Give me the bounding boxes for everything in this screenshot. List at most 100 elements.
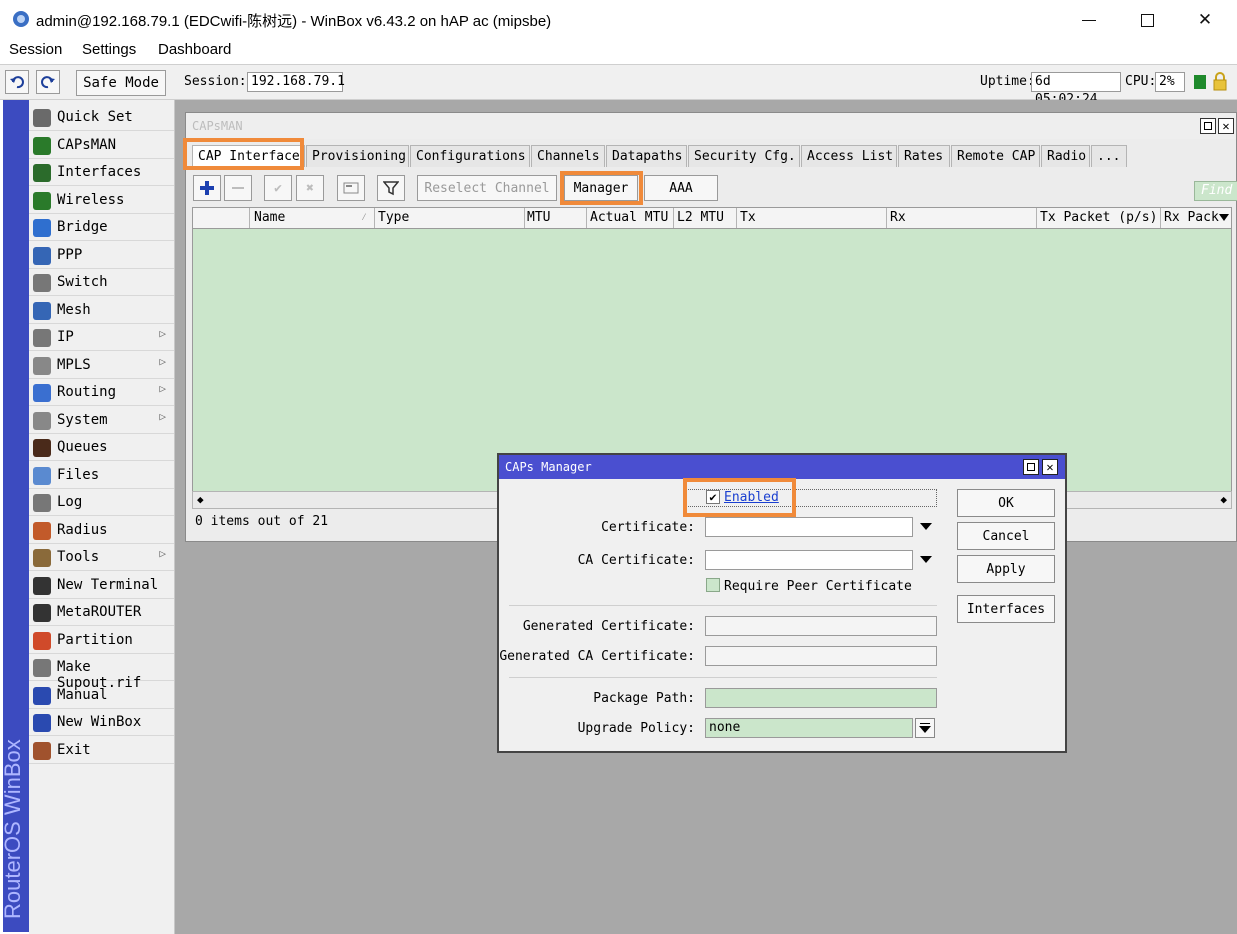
- help-icon: [33, 686, 51, 705]
- upgrade-policy-select[interactable]: none: [705, 718, 913, 738]
- add-button[interactable]: [193, 175, 221, 201]
- capsman-maximize-button[interactable]: [1200, 118, 1216, 134]
- tab-remote-cap[interactable]: Remote CAP: [951, 145, 1040, 167]
- certificate-dropdown-icon[interactable]: [920, 523, 932, 530]
- redo-button[interactable]: [36, 70, 60, 94]
- capsman-close-button[interactable]: ✕: [1218, 118, 1234, 134]
- tab-rates[interactable]: Rates: [898, 145, 950, 167]
- aaa-button[interactable]: AAA: [644, 175, 718, 201]
- column-tx[interactable]: Tx: [740, 210, 756, 225]
- left-menu-item-new-winbox[interactable]: New WinBox: [29, 709, 174, 736]
- left-menu-item-exit[interactable]: Exit: [29, 737, 174, 764]
- left-menu-item-ip[interactable]: IP ▷: [29, 324, 174, 351]
- minimize-button[interactable]: [1066, 6, 1112, 34]
- capsman-title: CAPsMAN: [192, 119, 243, 133]
- left-menu-item-files[interactable]: Files: [29, 462, 174, 489]
- package-path-input[interactable]: [705, 688, 937, 708]
- tab-more[interactable]: ...: [1091, 145, 1127, 167]
- column-actual-mtu[interactable]: Actual MTU: [590, 210, 668, 225]
- wireless-icon: [33, 191, 51, 210]
- routing-icon: [33, 384, 51, 402]
- interfaces-button[interactable]: Interfaces: [957, 595, 1055, 623]
- certificate-select[interactable]: [705, 517, 913, 537]
- left-menu-item-system[interactable]: System ▷: [29, 407, 174, 434]
- filter-button[interactable]: [377, 175, 405, 201]
- left-menu-item-routing[interactable]: Routing ▷: [29, 379, 174, 406]
- left-menu-item-manual[interactable]: Manual: [29, 682, 174, 709]
- tab-channels[interactable]: Channels: [531, 145, 605, 167]
- ok-button[interactable]: OK: [957, 489, 1055, 517]
- left-menu-item-bridge[interactable]: Bridge: [29, 214, 174, 241]
- cancel-button[interactable]: Cancel: [957, 522, 1055, 550]
- left-menu-item-quick-set[interactable]: Quick Set: [29, 104, 174, 131]
- undo-button[interactable]: [5, 70, 29, 94]
- column-l2-mtu[interactable]: L2 MTU: [677, 210, 724, 225]
- tab-provisioning[interactable]: Provisioning: [306, 145, 409, 167]
- left-menu-item-metarouter[interactable]: MetaROUTER: [29, 599, 174, 626]
- safe-mode-button[interactable]: Safe Mode: [76, 70, 166, 96]
- close-icon: ✕: [1222, 119, 1230, 133]
- left-menu: Quick Set CAPsMAN Interfaces Wireless Bridge…: [29, 100, 175, 934]
- left-menu-item-tools[interactable]: Tools ▷: [29, 544, 174, 571]
- left-menu-item-interfaces[interactable]: Interfaces: [29, 159, 174, 186]
- dialog-maximize-button[interactable]: [1023, 459, 1039, 475]
- column-rx[interactable]: Rx: [890, 210, 906, 225]
- column-name[interactable]: Name: [254, 210, 285, 225]
- menu-settings[interactable]: Settings: [82, 41, 136, 58]
- ca-certificate-dropdown-icon[interactable]: [920, 556, 932, 563]
- reselect-channel-button[interactable]: Reselect Channel: [417, 175, 557, 201]
- enabled-label[interactable]: Enabled: [724, 490, 779, 505]
- column-menu-icon[interactable]: [1219, 214, 1229, 221]
- close-button[interactable]: ✕: [1182, 6, 1228, 34]
- require-peer-label[interactable]: Require Peer Certificate: [724, 579, 912, 594]
- column-type[interactable]: Type: [378, 210, 409, 225]
- remove-button[interactable]: [224, 175, 252, 201]
- dialog-titlebar[interactable]: CAPs Manager ✕: [499, 455, 1065, 479]
- ca-certificate-select[interactable]: [705, 550, 913, 570]
- menu-dashboard[interactable]: Dashboard: [158, 41, 231, 58]
- left-menu-item-ppp[interactable]: PPP: [29, 242, 174, 269]
- tab-radio[interactable]: Radio: [1041, 145, 1090, 167]
- left-menu-item-mesh[interactable]: Mesh: [29, 297, 174, 324]
- tab-access-list[interactable]: Access List: [801, 145, 897, 167]
- scroll-right-icon[interactable]: ◆: [1220, 493, 1227, 506]
- left-menu-item-capsman[interactable]: CAPsMAN: [29, 132, 174, 159]
- tab-cap-interface[interactable]: CAP Interface: [192, 145, 305, 167]
- left-menu-item-partition[interactable]: Partition: [29, 627, 174, 654]
- left-menu-item-make-supout-rif[interactable]: Make Supout.rif: [29, 654, 174, 691]
- uptime-label: Uptime:: [980, 74, 1035, 89]
- maximize-button[interactable]: [1124, 6, 1170, 34]
- left-menu-item-queues[interactable]: Queues: [29, 434, 174, 461]
- left-menu-item-label: MPLS: [57, 356, 91, 373]
- manager-button[interactable]: Manager: [564, 175, 638, 201]
- tab-datapaths[interactable]: Datapaths: [606, 145, 687, 167]
- menu-session[interactable]: Session: [9, 41, 62, 58]
- dialog-close-button[interactable]: ✕: [1042, 459, 1058, 475]
- column-tx-packet[interactable]: Tx Packet (p/s): [1040, 210, 1157, 225]
- session-field[interactable]: 192.168.79.1: [247, 72, 345, 92]
- disable-button[interactable]: ✖: [296, 175, 324, 201]
- left-menu-item-mpls[interactable]: MPLS ▷: [29, 352, 174, 379]
- mpls-icon: [33, 356, 51, 375]
- column-rx-packet[interactable]: Rx Pack: [1164, 210, 1219, 225]
- column-mtu[interactable]: MTU: [527, 210, 550, 225]
- tab-configurations[interactable]: Configurations: [410, 145, 530, 167]
- require-peer-checkbox[interactable]: [706, 578, 720, 592]
- comment-button[interactable]: [337, 175, 365, 201]
- exit-icon: [33, 741, 51, 760]
- enabled-checkbox[interactable]: ✔: [706, 490, 720, 504]
- enable-button[interactable]: ✔: [264, 175, 292, 201]
- upgrade-policy-dropdown-button[interactable]: [915, 718, 935, 738]
- apply-button[interactable]: Apply: [957, 555, 1055, 583]
- scroll-left-icon[interactable]: ◆: [197, 493, 204, 506]
- tab-security-cfg[interactable]: Security Cfg.: [688, 145, 800, 167]
- find-input[interactable]: Find: [1194, 181, 1237, 201]
- grid-body[interactable]: [192, 229, 1232, 491]
- left-menu-item-new-terminal[interactable]: New Terminal: [29, 572, 174, 599]
- switch-icon: [33, 274, 51, 292]
- left-menu-item-wireless[interactable]: Wireless: [29, 187, 174, 214]
- capsman-titlebar[interactable]: CAPsMAN ✕: [186, 113, 1236, 139]
- left-menu-item-switch[interactable]: Switch: [29, 269, 174, 296]
- left-menu-item-radius[interactable]: Radius: [29, 517, 174, 544]
- left-menu-item-log[interactable]: Log: [29, 489, 174, 516]
